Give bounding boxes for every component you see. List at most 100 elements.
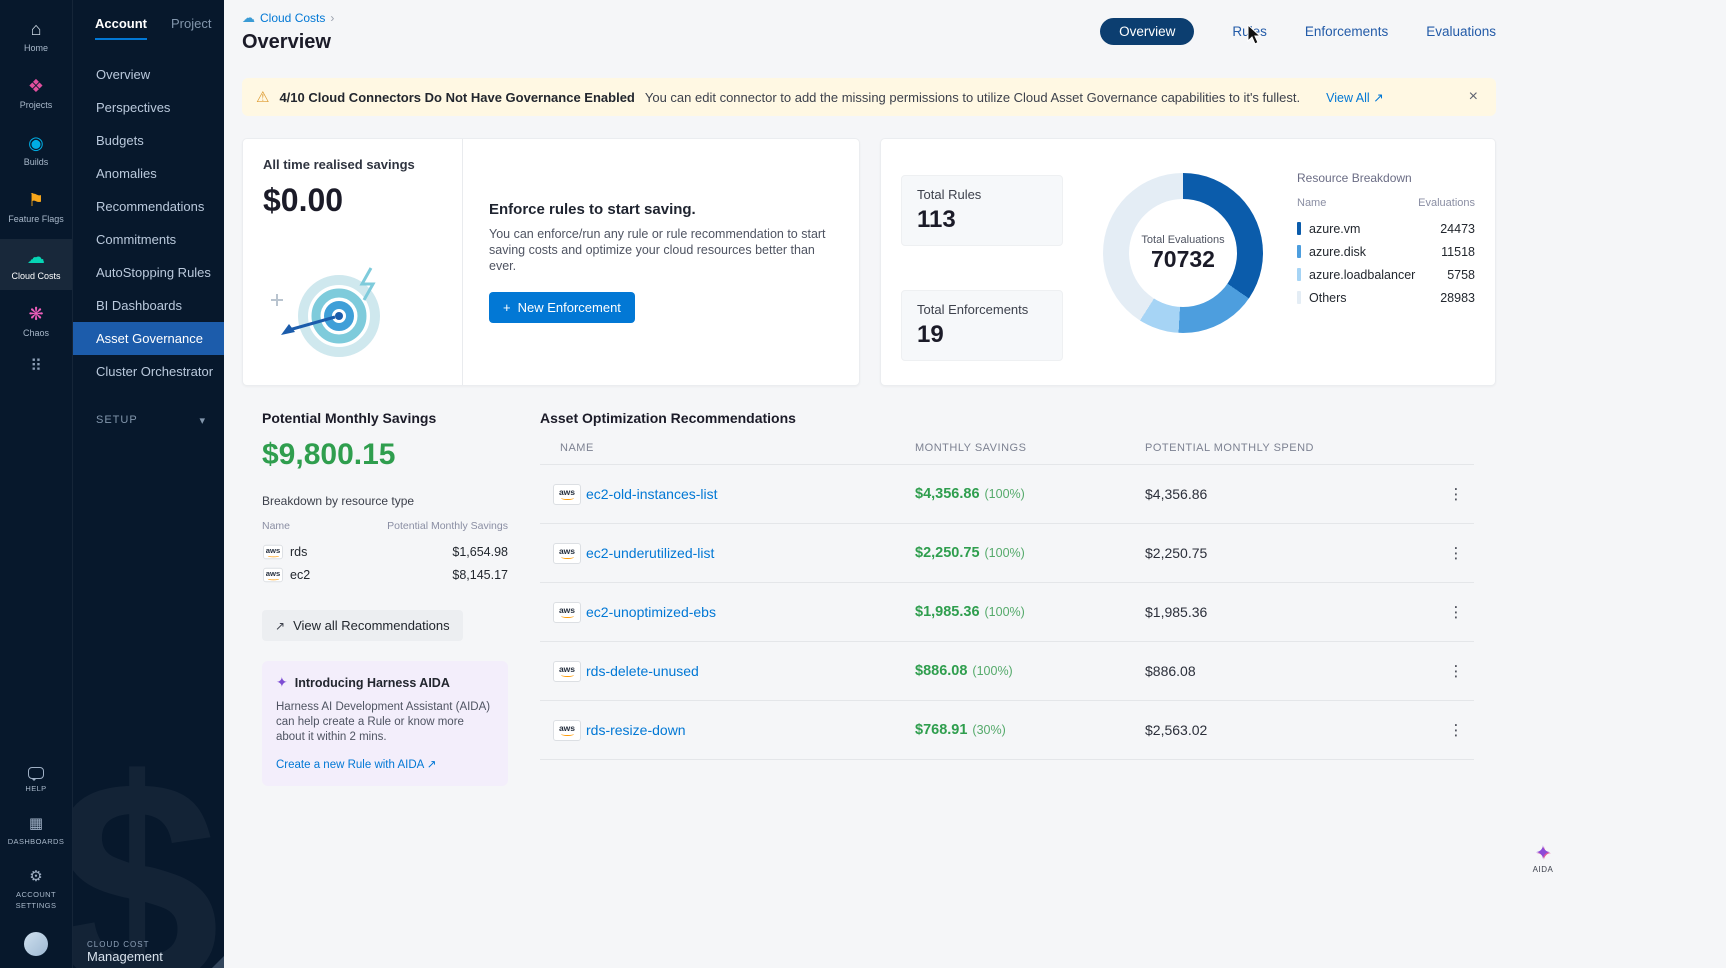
gear-icon: ⚙: [29, 869, 42, 885]
help-button[interactable]: HELP: [0, 760, 72, 801]
cloud-costs-icon: ☁: [27, 247, 45, 267]
recommendation-link[interactable]: rds-delete-unused: [586, 663, 915, 679]
aws-icon: aws: [553, 720, 581, 741]
sidebar-item-bi-dashboards[interactable]: BI Dashboards: [73, 289, 224, 322]
governance-warning-banner: ⚠ 4/10 Cloud Connectors Do Not Have Gove…: [242, 78, 1496, 116]
module-item-home[interactable]: ⌂ Home: [0, 11, 72, 62]
account-settings-button[interactable]: ⚙ ACCOUNT SETTINGS: [0, 862, 72, 918]
donut-center-label: Total Evaluations: [1141, 234, 1224, 246]
table-row[interactable]: aws ec2-unoptimized-ebs $1,985.36(100%) …: [540, 583, 1474, 642]
breadcrumb-cloud-costs[interactable]: Cloud Costs: [260, 11, 325, 25]
sidebar-item-overview[interactable]: Overview: [73, 58, 224, 91]
tab-evaluations[interactable]: Evaluations: [1426, 24, 1496, 39]
warning-icon: ⚠: [256, 88, 269, 106]
recommendations-table-header: NAME MONTHLY SAVINGS POTENTIAL MONTHLY S…: [540, 442, 1474, 465]
recommendation-link[interactable]: ec2-underutilized-list: [586, 545, 915, 561]
external-link-icon: ↗: [275, 619, 285, 633]
row-menu-button[interactable]: ⋮: [1438, 721, 1474, 739]
recommendation-link[interactable]: ec2-unoptimized-ebs: [586, 604, 915, 620]
aida-card-text: Harness AI Development Assistant (AIDA) …: [276, 700, 494, 745]
cloud-icon: ☁: [242, 10, 255, 26]
donut-center-value: 70732: [1151, 246, 1215, 273]
recommendations-table: NAME MONTHLY SAVINGS POTENTIAL MONTHLY S…: [540, 442, 1474, 760]
module-item-builds[interactable]: ◉ Builds: [0, 125, 72, 176]
module-item-label: Builds: [24, 157, 49, 168]
module-item-projects[interactable]: ❖ Projects: [0, 68, 72, 119]
sidebar-item-perspectives[interactable]: Perspectives: [73, 91, 224, 124]
banner-message: You can edit connector to add the missin…: [645, 90, 1300, 105]
breakdown-row: Others 28983: [1297, 286, 1475, 309]
sidebar-item-commitments[interactable]: Commitments: [73, 223, 224, 256]
row-menu-button[interactable]: ⋮: [1438, 544, 1474, 562]
col-name: NAME: [540, 442, 915, 454]
recommendation-link[interactable]: ec2-old-instances-list: [586, 486, 915, 502]
projects-icon: ❖: [28, 76, 44, 96]
total-enforcements-stat: Total Enforcements 19: [901, 290, 1063, 361]
sidebar-scope-tabs: Account Project: [73, 0, 224, 40]
breadcrumb-separator-icon: ›: [330, 11, 334, 25]
sidebar-item-anomalies[interactable]: Anomalies: [73, 157, 224, 190]
breakdown-col-evaluations: Evaluations: [1418, 197, 1475, 209]
realised-savings-card: All time realised savings $0.00: [242, 138, 860, 386]
breakdown-row: azure.disk 11518: [1297, 240, 1475, 263]
table-row[interactable]: aws rds-delete-unused $886.08(100%) $886…: [540, 642, 1474, 701]
aws-icon: aws: [553, 543, 581, 564]
aws-icon: aws: [263, 544, 283, 558]
row-menu-button[interactable]: ⋮: [1438, 662, 1474, 680]
governance-stats-card: Total Rules 113 Total Enforcements 19 To…: [880, 138, 1496, 386]
row-menu-button[interactable]: ⋮: [1438, 485, 1474, 503]
banner-title: 4/10 Cloud Connectors Do Not Have Govern…: [279, 90, 634, 105]
total-enforcements-value: 19: [917, 321, 1047, 349]
module-picker-button[interactable]: ⠿: [30, 356, 42, 376]
sidebar-item-asset-governance[interactable]: Asset Governance: [73, 322, 224, 355]
sidebar-item-autostopping-rules[interactable]: AutoStopping Rules: [73, 256, 224, 289]
aida-fab-button[interactable]: ✦ AIDA: [1518, 842, 1568, 874]
sidebar-setup-toggle[interactable]: SETUP ▾: [73, 414, 224, 427]
dollar-watermark: $: [72, 712, 220, 968]
mini-table-row: aws rds $1,654.98: [262, 540, 508, 563]
breakdown-col-name: Name: [1297, 197, 1326, 209]
tab-enforcements[interactable]: Enforcements: [1305, 24, 1388, 39]
recommendation-link[interactable]: rds-resize-down: [586, 722, 915, 738]
banner-close-icon[interactable]: ×: [1465, 88, 1482, 106]
row-menu-button[interactable]: ⋮: [1438, 603, 1474, 621]
legend-swatch: [1297, 222, 1301, 235]
module-item-label: Home: [24, 43, 48, 54]
sidebar-item-cluster-orchestrator[interactable]: Cluster Orchestrator: [73, 355, 224, 388]
tab-project[interactable]: Project: [171, 16, 211, 40]
aws-icon: aws: [263, 567, 283, 581]
dashboards-label: DASHBOARDS: [8, 836, 65, 847]
sidebar-item-budgets[interactable]: Budgets: [73, 124, 224, 157]
home-icon: ⌂: [31, 19, 42, 39]
module-item-label: Chaos: [23, 328, 49, 339]
table-row[interactable]: aws ec2-old-instances-list $4,356.86(100…: [540, 465, 1474, 524]
tab-account[interactable]: Account: [95, 16, 147, 40]
aida-sparkle-icon: ✦: [1518, 842, 1568, 865]
module-item-cloud-costs[interactable]: ☁ Cloud Costs: [0, 239, 72, 290]
potential-savings-amount: $9,800.15: [262, 438, 508, 472]
external-link-icon: ↗: [1373, 91, 1383, 105]
banner-view-all-link[interactable]: View All ↗: [1326, 90, 1384, 105]
table-row[interactable]: aws ec2-underutilized-list $2,250.75(100…: [540, 524, 1474, 583]
table-row[interactable]: aws rds-resize-down $768.91(30%) $2,563.…: [540, 701, 1474, 760]
total-rules-value: 113: [917, 206, 1047, 234]
potential-savings-title: Potential Monthly Savings: [262, 410, 508, 426]
sidebar-item-recommendations[interactable]: Recommendations: [73, 190, 224, 223]
new-enforcement-button[interactable]: + New Enforcement: [489, 292, 635, 323]
help-label: HELP: [25, 783, 46, 794]
dashboards-grid-icon: ▦: [29, 816, 43, 832]
sidebar-items: Overview Perspectives Budgets Anomalies …: [73, 58, 224, 388]
tab-overview[interactable]: Overview: [1100, 18, 1194, 45]
tab-rules[interactable]: Rules: [1232, 24, 1267, 39]
aida-create-rule-link[interactable]: Create a new Rule with AIDA ↗: [276, 759, 437, 771]
user-avatar[interactable]: [24, 932, 48, 956]
sidebar-collapse-toggle[interactable]: [212, 956, 224, 968]
view-all-recommendations-button[interactable]: ↗ View all Recommendations: [262, 610, 463, 641]
setup-label: SETUP: [96, 414, 138, 427]
breakdown-row: azure.loadbalancer 5758: [1297, 263, 1475, 286]
dashboards-button[interactable]: ▦ DASHBOARDS: [0, 809, 72, 854]
module-item-feature-flags[interactable]: ⚑ Feature Flags: [0, 182, 72, 233]
sidebar: Account Project Overview Perspectives Bu…: [72, 0, 224, 968]
module-item-chaos[interactable]: ❋ Chaos: [0, 296, 72, 347]
enforce-cta-title: Enforce rules to start saving.: [489, 201, 833, 218]
